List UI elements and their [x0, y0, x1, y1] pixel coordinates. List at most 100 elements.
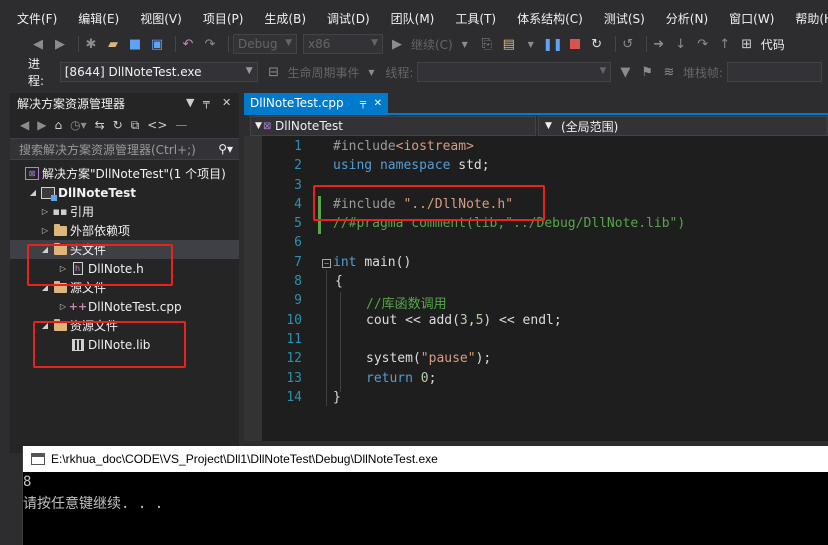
properties-icon[interactable]: — [175, 118, 187, 132]
chevron-down-icon: ▼ [255, 121, 262, 131]
project-nav-dropdown[interactable]: ▼ ⊠ DllNoteTest [250, 116, 536, 136]
refresh-icon[interactable]: ↻ [113, 118, 123, 132]
pin-icon[interactable]: ╤ [203, 96, 210, 109]
expand-arrow-icon[interactable]: ▷ [40, 207, 50, 216]
show-next-statement-icon[interactable]: ➜ [651, 36, 667, 52]
scope-nav-dropdown[interactable]: ▼ (全局范围) [538, 116, 828, 136]
solution-search-input[interactable]: 搜索解决方案资源管理器(Ctrl+;) ⚲▾ [10, 138, 239, 160]
flag-icon[interactable]: ⚑ [639, 64, 655, 80]
menu-build[interactable]: 生成(B) [264, 10, 306, 27]
tree-item-solution[interactable]: ⊠ 解决方案"DllNoteTest"(1 个项目) [10, 164, 239, 183]
open-file-icon[interactable]: ▰ [105, 36, 121, 52]
menu-file[interactable]: 文件(F) [17, 10, 57, 27]
editor-tab-bar: DllNoteTest.cpp ╤ ✕ [244, 93, 828, 115]
menu-tools[interactable]: 工具(T) [455, 10, 496, 27]
ide-window: 文件(F) 编辑(E) 视图(V) 项目(P) 生成(B) 调试(D) 团队(M… [0, 0, 828, 545]
filter-icon[interactable]: ▼ [617, 64, 633, 80]
code-token: namespace [379, 158, 451, 173]
step-into-icon[interactable]: ↓ [673, 36, 689, 52]
menu-test[interactable]: 测试(S) [604, 10, 645, 27]
restart-icon[interactable]: ↻ [589, 36, 605, 52]
highlight-box-resource [33, 321, 186, 368]
panel-title: 解决方案资源管理器 [17, 96, 126, 111]
redo-icon[interactable]: ↷ [202, 36, 218, 52]
line-number: 6 [294, 235, 302, 250]
chevron-down-icon: ▼ [371, 38, 378, 48]
step-out-icon[interactable]: ↑ [717, 36, 733, 52]
collapse-outline-icon[interactable]: − [322, 259, 331, 268]
code-map-icon[interactable]: ⊞ [739, 36, 755, 52]
collapse-all-icon[interactable]: ⧉ [131, 118, 140, 133]
save-icon[interactable]: ■ [127, 36, 143, 52]
history-icon[interactable]: ◷▾ [70, 118, 87, 132]
solution-label: 解决方案"DllNoteTest"(1 个项目) [42, 167, 226, 181]
search-icon[interactable]: ⚲▾ [218, 142, 233, 156]
continue-icon[interactable]: ▶ [389, 36, 405, 52]
continue-button[interactable]: 继续(C) [411, 36, 453, 53]
back-icon[interactable]: ◀ [30, 36, 46, 52]
stop-icon[interactable] [567, 36, 583, 52]
tree-item-references[interactable]: ▷ ▪▪ 引用 [10, 202, 239, 221]
console-title: E:\rkhua_doc\CODE\VS_Project\Dll1\DllNot… [51, 452, 438, 466]
step-over-icon[interactable]: ↷ [695, 36, 711, 52]
line-number: 13 [286, 371, 302, 386]
home-icon[interactable]: ⌂ [54, 118, 62, 132]
menu-team[interactable]: 团队(M) [391, 10, 435, 27]
code-map-label[interactable]: 代码 [761, 36, 785, 53]
thread-dropdown[interactable]: ▼ [417, 62, 612, 82]
close-icon[interactable]: ✕ [222, 96, 231, 109]
code-token: using [333, 158, 373, 173]
lifecycle-icon[interactable]: ⊟ [266, 64, 282, 80]
menu-project[interactable]: 项目(P) [203, 10, 244, 27]
back-icon[interactable]: ◀ [20, 118, 29, 132]
platform-dropdown[interactable]: x86 ▼ [303, 34, 383, 54]
line-number: 11 [286, 332, 302, 347]
menu-help[interactable]: 帮助(H) [795, 10, 828, 27]
menu-analyze[interactable]: 分析(N) [666, 10, 708, 27]
stack-frame-dropdown[interactable] [726, 62, 823, 82]
process-dropdown[interactable]: [8644] DllNoteTest.exe ▼ [59, 62, 258, 82]
menu-debug[interactable]: 调试(D) [327, 10, 370, 27]
close-icon[interactable]: ✕ [374, 98, 382, 109]
sync-icon[interactable]: ⇆ [95, 118, 105, 132]
save-all-icon[interactable]: ▣ [149, 36, 165, 52]
target-icon[interactable]: ▤ [501, 36, 517, 52]
code-line-14: } [333, 390, 341, 405]
chevron-down-icon[interactable]: ▼ [523, 36, 539, 52]
expand-arrow-icon[interactable]: ▷ [40, 226, 50, 235]
menu-window[interactable]: 窗口(W) [729, 10, 774, 27]
undo-icon[interactable]: ↶ [180, 36, 196, 52]
new-project-icon[interactable]: ✱ [83, 36, 99, 52]
chevron-down-icon[interactable]: ▼ [364, 64, 380, 80]
references-icon: ▪▪ [52, 205, 68, 218]
code-view-icon[interactable]: <> [147, 118, 167, 132]
line-number: 9 [294, 293, 302, 308]
attach-icon[interactable]: ⎘ [479, 36, 495, 52]
forward-icon[interactable]: ▶ [37, 118, 46, 132]
code-editor[interactable] [244, 136, 828, 441]
tab-dllnotetest-cpp[interactable]: DllNoteTest.cpp ╤ ✕ [244, 93, 388, 113]
code-token: <iostream> [395, 139, 474, 154]
forward-icon[interactable]: ▶ [52, 36, 68, 52]
lifecycle-events-button[interactable]: 生命周期事件 [288, 64, 360, 81]
tree-item-external-deps[interactable]: ▷ 外部依赖项 [10, 221, 239, 240]
step-refresh-icon[interactable]: ↺ [620, 36, 636, 52]
toolbar-separator [614, 36, 616, 52]
expand-arrow-icon[interactable]: ▷ [58, 302, 68, 311]
menu-view[interactable]: 视图(V) [140, 10, 182, 27]
line-number: 12 [286, 351, 302, 366]
menu-architecture[interactable]: 体系结构(C) [517, 10, 583, 27]
console-app-icon [31, 453, 45, 465]
pause-icon[interactable]: ❚❚ [543, 36, 563, 52]
pin-icon[interactable]: ╤ [360, 98, 366, 109]
tree-item-source-file[interactable]: ▷ ++ DllNoteTest.cpp [10, 297, 239, 316]
threads-icon[interactable]: ≋ [661, 64, 677, 80]
project-label: DllNoteTest [58, 185, 136, 200]
dropdown-arrow-icon[interactable]: ▼ [186, 96, 194, 109]
outline-guide [326, 270, 327, 406]
tree-item-project[interactable]: ◢ DllNoteTest [10, 183, 239, 202]
chevron-down-icon[interactable]: ▼ [457, 36, 473, 52]
menu-edit[interactable]: 编辑(E) [78, 10, 119, 27]
collapse-arrow-icon[interactable]: ◢ [28, 188, 38, 197]
config-dropdown[interactable]: Debug ▼ [233, 34, 297, 54]
